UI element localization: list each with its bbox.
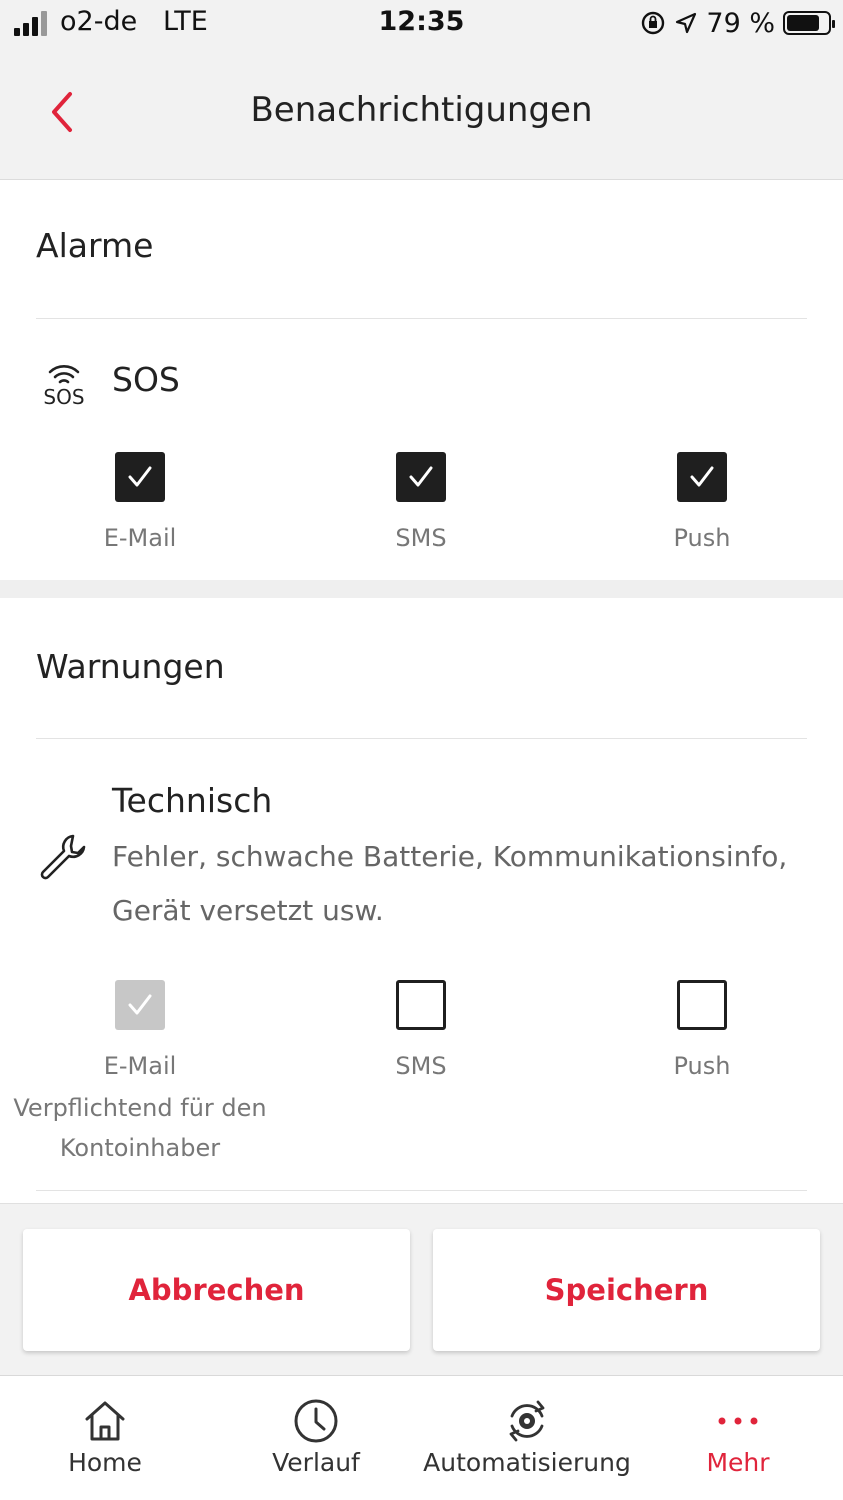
tab-home[interactable]: Home (0, 1376, 210, 1500)
sos-push-checkbox[interactable] (677, 452, 727, 502)
tab-bar: Home Verlauf Automatisierung Mehr (0, 1375, 843, 1500)
divider (36, 738, 807, 739)
checkmark-icon (690, 466, 714, 487)
clock-icon (294, 1399, 338, 1443)
tab-mehr[interactable]: Mehr (633, 1376, 843, 1500)
sos-email-checkbox[interactable] (115, 452, 165, 502)
section-title-warnungen: Warnungen (36, 647, 225, 686)
action-bar: Abbrechen Speichern (0, 1203, 843, 1375)
sos-sms-checkbox[interactable] (396, 452, 446, 502)
tab-label: Automatisierung (423, 1448, 631, 1477)
location-icon (676, 12, 697, 34)
status-right: 79 % (640, 7, 835, 39)
save-button[interactable]: Speichern (433, 1229, 820, 1351)
checkmark-icon (128, 994, 152, 1015)
technisch-push-label: Push (673, 1052, 731, 1080)
technisch-sms-label: SMS (395, 1052, 447, 1080)
divider (36, 318, 807, 319)
tab-verlauf[interactable]: Verlauf (211, 1376, 421, 1500)
wrench-icon (38, 832, 88, 886)
sos-icon: SOS (36, 358, 92, 410)
sos-email-label: E-Mail (103, 524, 177, 552)
row-label-sos: SOS (112, 360, 180, 399)
technisch-email-label: E-Mail (103, 1052, 177, 1080)
top-bar: o2-de LTE 12:35 79 % Benachrichtigungen (0, 0, 843, 180)
more-dots-icon (718, 1417, 758, 1425)
sos-icon-text: SOS (43, 385, 84, 406)
divider (36, 1190, 807, 1191)
tab-label: Home (68, 1448, 142, 1477)
home-icon (85, 1401, 125, 1441)
battery-percentage: 79 % (706, 7, 775, 39)
technisch-email-checkbox (115, 980, 165, 1030)
tab-label: Mehr (706, 1448, 770, 1477)
tab-label: Verlauf (272, 1448, 360, 1477)
checkmark-icon (409, 466, 433, 487)
technisch-push-checkbox[interactable] (677, 980, 727, 1030)
page-title: Benachrichtigungen (250, 90, 593, 130)
sos-push-label: Push (673, 524, 731, 552)
cancel-button[interactable]: Abbrechen (23, 1229, 410, 1351)
sos-sms-label: SMS (395, 524, 447, 552)
checkmark-icon (128, 466, 152, 487)
section-gap (0, 580, 843, 598)
technisch-sms-checkbox[interactable] (396, 980, 446, 1030)
section-title-alarme: Alarme (36, 226, 154, 265)
row-label-technisch: Technisch (112, 781, 273, 820)
row-description-technisch: Fehler, schwache Batterie, Kommunikation… (112, 840, 788, 927)
status-bar: o2-de LTE 12:35 79 % (0, 0, 843, 50)
email-mandatory-note: Verpflichtend für den Kontoinhaber (13, 1094, 267, 1162)
tab-automatisierung[interactable]: Automatisierung (422, 1376, 632, 1500)
automation-icon (509, 1400, 545, 1442)
orientation-lock-icon (642, 11, 665, 35)
battery-icon (783, 11, 835, 35)
